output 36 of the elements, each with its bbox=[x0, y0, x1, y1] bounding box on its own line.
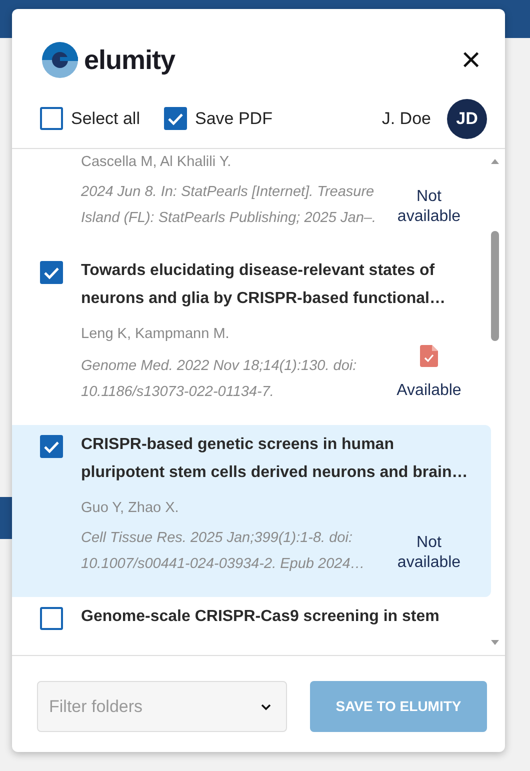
article-authors: Guo Y, Zhao X. bbox=[81, 499, 180, 518]
article-row[interactable]: Genome-scale CRISPR-Cas9 screening in stem bbox=[12, 597, 491, 655]
article-authors: Cascella M, Al Khalili Y. bbox=[81, 153, 232, 172]
article-title: Genome-scale CRISPR-Cas9 screening in stem bbox=[81, 607, 440, 627]
article-row[interactable]: CRISPR-based genetic screens in human pluripotent stem cells derived neurons and brain… Guo Y, Zhao X. Cell Tissue Res. 2025 Jan;399(1):1-8. doi: 10.1007/s00441-024-03934-2. Epub 2024… Not available bbox=[12, 425, 491, 597]
checkmark-icon bbox=[43, 440, 60, 454]
article-citation: 2024 Jun 8. In: StatPearls [Internet]. Treasure Island (FL): StatPearls Publishing; 2025 Jan–. bbox=[81, 183, 377, 228]
checkmark-icon bbox=[166, 112, 184, 126]
availability-status: Not available bbox=[396, 533, 462, 573]
background-block bbox=[0, 497, 12, 539]
checkbox[interactable] bbox=[40, 435, 63, 458]
checkbox-label[interactable]: Save PDF bbox=[194, 106, 272, 132]
chevron-down-icon bbox=[260, 702, 272, 710]
article-title: CRISPR-based genetic screens in human pluripotent stem cells derived neurons and brain… bbox=[81, 435, 469, 483]
article-citation: Genome Med. 2022 Nov 18;14(1):130. doi: 10.1186/s13073-022-01134-7. bbox=[81, 357, 358, 402]
checkbox[interactable] bbox=[40, 261, 63, 284]
checkbox[interactable] bbox=[164, 107, 187, 130]
article-row[interactable]: Cascella M, Al Khalili Y. 2024 Jun 8. In: StatPearls [Internet]. Treasure Island (FL): StatPearls Publishing; 2025 Jan–. Not available bbox=[12, 149, 491, 251]
logo-icon bbox=[40, 40, 80, 80]
scrollbar-thumb[interactable] bbox=[491, 231, 499, 341]
user-avatar[interactable]: JD bbox=[447, 98, 487, 138]
user-name: J. Doe bbox=[382, 108, 431, 130]
checkmark-icon bbox=[43, 266, 60, 280]
scroll-down-icon[interactable] bbox=[489, 639, 501, 647]
article-citation: Cell Tissue Res. 2025 Jan;399(1):1-8. doi: 10.1007/s00441-024-03934-2. Epub 2024… bbox=[81, 529, 366, 574]
close-button[interactable]: × bbox=[457, 43, 485, 77]
availability-status: Not available bbox=[396, 187, 462, 227]
brand-name: elumity bbox=[84, 44, 176, 77]
checkbox-label[interactable]: Select all bbox=[71, 106, 140, 132]
availability-status: Available bbox=[396, 381, 462, 401]
article-authors: Leng K, Kampmann M. bbox=[81, 325, 230, 344]
article-row[interactable]: Towards elucidating disease-relevant states of neurons and glia by CRISPR-based functional… Leng K, Kampmann M. Genome Med. 2022 Nov 18;14(1):130. doi: 10.1186/s13073-022-01134-7. Available bbox=[12, 251, 491, 425]
checkbox[interactable] bbox=[40, 107, 63, 130]
scroll-up-icon[interactable] bbox=[489, 157, 501, 165]
checkbox[interactable] bbox=[40, 607, 63, 630]
article-title: Towards elucidating disease-relevant states of neurons and glia by CRISPR-based functional… bbox=[81, 261, 446, 309]
